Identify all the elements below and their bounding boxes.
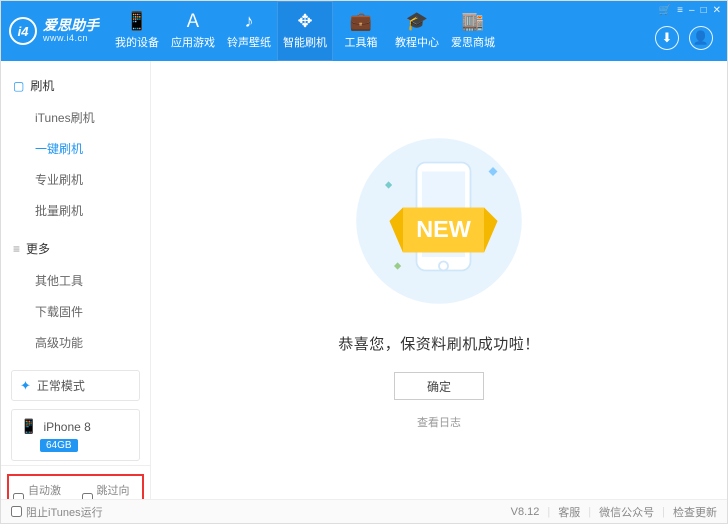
nav-label: 工具箱: [345, 34, 378, 50]
mode-box[interactable]: ✦ 正常模式: [11, 370, 140, 401]
nav-label: 智能刷机: [283, 34, 327, 50]
sidebar: ▢ 刷机 iTunes刷机一键刷机专业刷机批量刷机 ≡ 更多其他工具下载固件高级功能 ✦…: [1, 61, 151, 499]
nav-label: 爱思商城: [451, 34, 495, 50]
sidebar-section-more[interactable]: ≡ 更多: [1, 234, 150, 263]
nav-item-2[interactable]: ♪ 铃声壁纸: [221, 1, 277, 61]
menu-icon[interactable]: ≡: [677, 5, 683, 16]
sidebar-list-flash: iTunes刷机一键刷机专业刷机批量刷机: [1, 100, 150, 234]
nav-icon: 🏬: [462, 12, 484, 30]
version-label: V8.12: [511, 506, 540, 518]
flash-icon: ▢: [13, 79, 24, 93]
block-itunes-checkbox[interactable]: [11, 506, 22, 517]
sidebar-item[interactable]: 专业刷机: [1, 164, 150, 195]
sidebar-section-title: 刷机: [30, 77, 54, 94]
mode-icon: ✦: [20, 378, 31, 394]
nav-icon: 📱: [126, 12, 148, 30]
nav-icon: Ａ: [184, 12, 202, 30]
top-right: ⬇ 👤: [655, 26, 713, 50]
nav-item-3[interactable]: ✥ 智能刷机: [277, 1, 333, 61]
sidebar-section-title: 更多: [26, 240, 50, 257]
top-nav: i4 爱思助手 www.i4.cn 📱 我的设备 Ａ 应用游戏 ♪ 铃声壁纸 ✥ 智能刷机 💼 工…: [1, 1, 727, 61]
cart-icon[interactable]: 🛒: [659, 5, 671, 16]
close-button[interactable]: ✕: [713, 5, 721, 16]
phone-icon: 📱: [20, 418, 37, 435]
wechat-link[interactable]: 微信公众号: [599, 504, 654, 520]
main-panel: NEW 恭喜您，保资料刷机成功啦！ 确定 查看日志: [151, 61, 727, 499]
block-itunes-check[interactable]: 阻止iTunes运行: [11, 504, 103, 520]
nav: 📱 我的设备 Ａ 应用游戏 ♪ 铃声壁纸 ✥ 智能刷机 💼 工具箱 🎓 教程中心 🏬 爱思商城: [109, 1, 501, 61]
storage-badge: 64GB: [40, 439, 78, 452]
brand-title: 爱思助手: [43, 18, 99, 33]
window-controls: 🛒 ≡ – □ ✕: [659, 5, 721, 16]
nav-label: 铃声壁纸: [227, 34, 271, 50]
nav-icon: ✥: [297, 12, 312, 30]
device-box[interactable]: 📱 iPhone 8 64GB: [11, 409, 140, 461]
brand-logo: i4: [9, 17, 37, 45]
sidebar-section-flash[interactable]: ▢ 刷机: [1, 71, 150, 100]
banner-text: NEW: [416, 216, 471, 242]
nav-icon: 💼: [350, 12, 372, 30]
sidebar-item[interactable]: 高级功能: [1, 327, 150, 358]
support-link[interactable]: 客服: [558, 504, 580, 520]
mode-label: 正常模式: [37, 377, 85, 394]
status-right: V8.12 | 客服 | 微信公众号 | 检查更新: [511, 504, 717, 520]
maximize-button[interactable]: □: [701, 5, 707, 16]
view-log-link[interactable]: 查看日志: [417, 414, 461, 430]
sidebar-list-more: 其他工具下载固件高级功能: [1, 263, 150, 366]
brand-subtitle: www.i4.cn: [43, 34, 99, 44]
sidebar-item[interactable]: 其他工具: [1, 265, 150, 296]
nav-label: 应用游戏: [171, 34, 215, 50]
download-button[interactable]: ⬇: [655, 26, 679, 50]
status-bar: 阻止iTunes运行 V8.12 | 客服 | 微信公众号 | 检查更新: [1, 499, 727, 523]
sidebar-item[interactable]: iTunes刷机: [1, 102, 150, 133]
nav-item-5[interactable]: 🎓 教程中心: [389, 1, 445, 61]
nav-item-0[interactable]: 📱 我的设备: [109, 1, 165, 61]
ok-button[interactable]: 确定: [394, 372, 484, 400]
nav-item-4[interactable]: 💼 工具箱: [333, 1, 389, 61]
nav-label: 我的设备: [115, 34, 159, 50]
more-icon: ≡: [13, 242, 20, 256]
nav-icon: 🎓: [406, 12, 428, 30]
nav-icon: ♪: [245, 12, 254, 30]
device-name: iPhone 8: [43, 420, 90, 434]
brand: i4 爱思助手 www.i4.cn: [9, 17, 99, 45]
user-button[interactable]: 👤: [689, 26, 713, 50]
nav-item-1[interactable]: Ａ 应用游戏: [165, 1, 221, 61]
brand-text: 爱思助手 www.i4.cn: [43, 18, 99, 43]
success-illustration: NEW: [349, 131, 529, 311]
nav-label: 教程中心: [395, 34, 439, 50]
success-message: 恭喜您，保资料刷机成功啦！: [338, 333, 540, 354]
check-update-link[interactable]: 检查更新: [673, 504, 717, 520]
body: ▢ 刷机 iTunes刷机一键刷机专业刷机批量刷机 ≡ 更多其他工具下载固件高级功能 ✦…: [1, 61, 727, 499]
sidebar-item[interactable]: 批量刷机: [1, 195, 150, 226]
block-itunes-label: 阻止iTunes运行: [26, 504, 103, 520]
sidebar-item[interactable]: 一键刷机: [1, 133, 150, 164]
minimize-button[interactable]: –: [689, 5, 695, 16]
nav-item-6[interactable]: 🏬 爱思商城: [445, 1, 501, 61]
sidebar-item[interactable]: 下载固件: [1, 296, 150, 327]
